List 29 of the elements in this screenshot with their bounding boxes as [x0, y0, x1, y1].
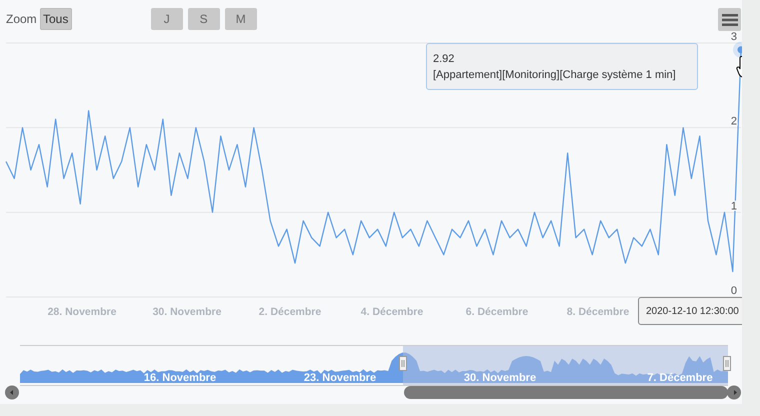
- scroll-right-button[interactable]: [727, 386, 741, 400]
- axis-label: 3: [730, 31, 737, 43]
- axis-label: 6. Décembre: [466, 306, 528, 318]
- handle-icon[interactable]: [399, 356, 407, 371]
- range-button[interactable]: J: [150, 8, 183, 30]
- menu-button[interactable]: [718, 8, 741, 31]
- menu-icon: [722, 14, 738, 26]
- axis-label: 28. Novembre: [48, 306, 116, 318]
- axis-label: 30. Novembre: [464, 372, 536, 384]
- range-button[interactable]: S: [188, 8, 220, 30]
- axis-label: 16. Novembre: [144, 372, 216, 384]
- axis-label: 7. Décembre: [647, 372, 713, 384]
- crosshair-label: 2020-12-10 12:30:00: [638, 297, 742, 325]
- axis-label: 2. Décembre: [258, 306, 322, 318]
- scrollbar-thumb[interactable]: [404, 386, 728, 399]
- axis-label: 0: [730, 285, 737, 297]
- zoom-label: Zoom: [6, 12, 37, 26]
- axis-label: 8. Décembre: [566, 306, 630, 318]
- range-button[interactable]: Tous: [40, 8, 72, 30]
- axis-label: 30. Novembre: [152, 306, 222, 318]
- axis-label: 4. Décembre: [360, 306, 424, 318]
- scroll-left-button[interactable]: [5, 386, 19, 400]
- handle-icon[interactable]: [723, 356, 731, 371]
- axis-label: 2: [730, 116, 737, 128]
- tooltip-value: 2.92: [433, 52, 454, 67]
- axis-label: 23. Novembre: [304, 372, 376, 384]
- range-button[interactable]: M: [224, 8, 257, 30]
- tooltip-series: [Appartement][Monitoring][Charge système 1 min]: [433, 68, 676, 83]
- hover-point: [738, 46, 742, 54]
